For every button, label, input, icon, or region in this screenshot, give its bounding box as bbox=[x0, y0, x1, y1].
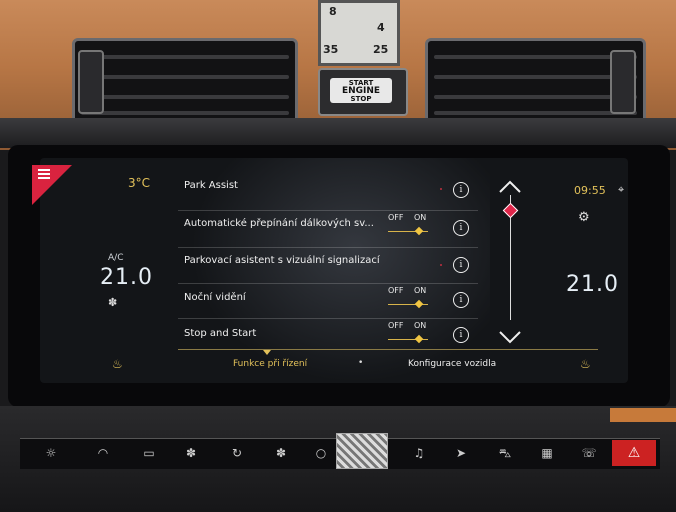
driver-temperature[interactable]: 21.0 bbox=[100, 265, 153, 290]
status-clock: 09:55 bbox=[574, 184, 606, 197]
front-defrost-icon[interactable]: ☼ bbox=[36, 442, 66, 464]
tab-separator: • bbox=[358, 358, 364, 368]
seat-heat-icon[interactable]: ♨ bbox=[112, 357, 123, 371]
dashboard-trim bbox=[0, 118, 676, 148]
phone-icon[interactable]: ☏ bbox=[574, 442, 604, 464]
location-icon: ⌖ bbox=[618, 183, 625, 196]
volume-knob[interactable] bbox=[336, 433, 388, 469]
vent-knob-left[interactable] bbox=[78, 50, 104, 114]
info-icon[interactable]: i bbox=[453, 327, 469, 343]
volume-knob-icon[interactable]: ○ bbox=[306, 442, 336, 464]
navigation-icon[interactable]: ➤ bbox=[446, 442, 476, 464]
setting-label-high-beam[interactable]: Automatické přepínání dálkových sv... bbox=[184, 218, 374, 229]
fan-icon[interactable]: ✽ bbox=[108, 296, 117, 309]
info-icon[interactable]: i bbox=[453, 292, 469, 308]
passenger-temperature[interactable]: 21.0 bbox=[566, 272, 619, 297]
setting-label-park-assist[interactable]: Park Assist bbox=[184, 180, 238, 191]
rear-defrost-icon[interactable]: ▭ bbox=[134, 442, 164, 464]
setting-label-stop-start[interactable]: Stop and Start bbox=[184, 328, 256, 339]
recirculation-icon[interactable]: ↻ bbox=[222, 442, 252, 464]
seat-heat-icon[interactable]: ♨ bbox=[580, 357, 591, 371]
info-icon[interactable]: i bbox=[453, 257, 469, 273]
tab-divider bbox=[178, 349, 598, 350]
active-tab-marker bbox=[263, 350, 271, 355]
apps-icon[interactable]: ▦ bbox=[532, 442, 562, 464]
chevron-down-icon[interactable] bbox=[498, 330, 522, 344]
ac-label[interactable]: A/C bbox=[108, 253, 123, 263]
info-icon[interactable]: i bbox=[453, 220, 469, 236]
hazard-button[interactable]: ⚠ bbox=[612, 440, 656, 466]
tab-driving-functions[interactable]: Funkce při řízení bbox=[233, 359, 307, 369]
info-icon[interactable]: i bbox=[453, 182, 469, 198]
menu-icon[interactable] bbox=[38, 169, 50, 179]
gear-icon[interactable]: ⚙ bbox=[578, 210, 590, 225]
tab-vehicle-configuration[interactable]: Konfigurace vozidla bbox=[408, 359, 496, 369]
engine-start-stop-button[interactable]: START ENGINE STOP bbox=[318, 68, 408, 116]
windshield-defrost-icon[interactable]: ◠ bbox=[88, 442, 118, 464]
music-icon[interactable]: ♫ bbox=[404, 442, 434, 464]
outside-temperature: 3°C bbox=[128, 176, 151, 190]
setting-label-parking-visual[interactable]: Parkovací asistent s vizuální signalizac… bbox=[184, 255, 380, 266]
chevron-up-icon[interactable] bbox=[498, 180, 522, 194]
ac-max-icon[interactable]: ✽ bbox=[176, 442, 206, 464]
fan-icon[interactable]: ✽ bbox=[266, 442, 296, 464]
analog-clock: 8 4 35 25 bbox=[318, 0, 400, 66]
vent-knob-right[interactable] bbox=[610, 50, 636, 114]
car-icon[interactable]: ⛍ bbox=[490, 442, 520, 464]
setting-label-night-vision[interactable]: Noční vidění bbox=[184, 292, 246, 303]
